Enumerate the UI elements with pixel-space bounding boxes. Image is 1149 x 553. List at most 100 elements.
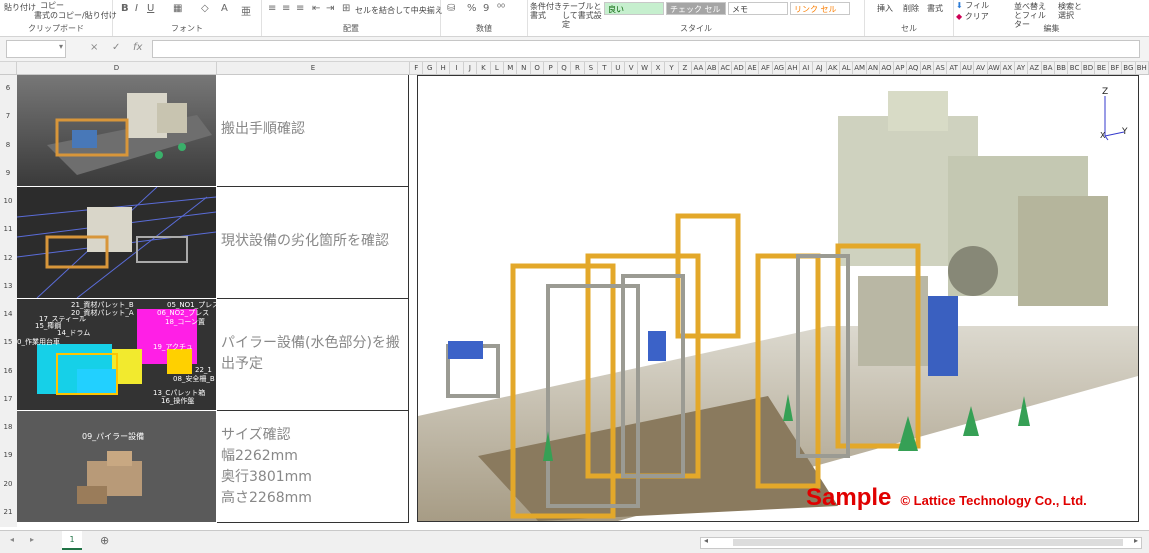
column-header-bg[interactable]: BG — [1122, 62, 1136, 74]
sheet-tab-1[interactable]: 1 — [62, 531, 82, 550]
column-header-v[interactable]: V — [625, 62, 639, 74]
decimal-icon[interactable]: ⁰⁰ — [497, 3, 505, 14]
column-header-ae[interactable]: AE — [746, 62, 760, 74]
column-header-as[interactable]: AS — [934, 62, 948, 74]
column-header-ax[interactable]: AX — [1001, 62, 1015, 74]
phonetic-icon[interactable]: 亜 — [241, 3, 251, 18]
column-header-an[interactable]: AN — [867, 62, 881, 74]
format-painter-button[interactable]: 書式のコピー/貼り付け — [34, 10, 117, 21]
column-header-aw[interactable]: AW — [988, 62, 1002, 74]
italic-button[interactable]: I — [135, 3, 138, 14]
column-header-am[interactable]: AM — [853, 62, 867, 74]
row-header-8[interactable]: 8 — [0, 141, 16, 149]
fill-button[interactable]: ⬇ フィル — [956, 0, 989, 11]
column-header-j[interactable]: J — [464, 62, 478, 74]
column-header-at[interactable]: AT — [947, 62, 961, 74]
column-header-t[interactable]: T — [598, 62, 612, 74]
delete-button[interactable]: 削除 — [903, 3, 919, 14]
row-header-18[interactable]: 18 — [0, 423, 16, 431]
select-all-corner[interactable] — [0, 62, 17, 74]
column-header-ak[interactable]: AK — [827, 62, 840, 74]
indent-increase-icon[interactable]: ⇥ — [326, 3, 334, 14]
column-header-n[interactable]: N — [517, 62, 531, 74]
insert-function-button[interactable]: fx — [133, 42, 142, 53]
percent-button[interactable]: % — [467, 3, 477, 14]
currency-icon[interactable]: ⛁ — [447, 3, 455, 14]
column-header-az[interactable]: AZ — [1028, 62, 1042, 74]
row-header-20[interactable]: 20 — [0, 480, 16, 488]
row-header-6[interactable]: 6 — [0, 84, 16, 92]
cell-e-note-1[interactable]: 搬出手順確認 — [217, 75, 409, 187]
cell-e-note-2[interactable]: 現状設備の劣化箇所を確認 — [217, 187, 409, 299]
column-header-ac[interactable]: AC — [719, 62, 733, 74]
column-header-ba[interactable]: BA — [1042, 62, 1055, 74]
column-header-al[interactable]: AL — [840, 62, 854, 74]
cancel-button[interactable]: × — [90, 42, 98, 53]
underline-button[interactable]: U — [147, 3, 154, 14]
conditional-format-button[interactable]: 条件付き書式 — [530, 2, 566, 20]
style-cell-1[interactable]: チェック セル — [666, 2, 726, 15]
formula-input[interactable] — [152, 40, 1140, 58]
column-header-e[interactable]: E — [217, 62, 410, 74]
row-header-14[interactable]: 14 — [0, 310, 16, 318]
column-header-ag[interactable]: AG — [773, 62, 787, 74]
column-header-z[interactable]: Z — [679, 62, 693, 74]
column-header-f[interactable]: F — [410, 62, 424, 74]
column-header-y[interactable]: Y — [665, 62, 679, 74]
column-header-s[interactable]: S — [585, 62, 599, 74]
column-header-bb[interactable]: BB — [1055, 62, 1069, 74]
row-header-11[interactable]: 11 — [0, 225, 16, 233]
column-header-d[interactable]: D — [17, 62, 217, 74]
column-header-be[interactable]: BE — [1095, 62, 1109, 74]
paste-button[interactable]: 貼り付け — [4, 2, 36, 13]
column-header-h[interactable]: H — [437, 62, 451, 74]
add-sheet-button[interactable]: ⊕ — [100, 534, 109, 547]
comma-button[interactable]: 9 — [483, 3, 489, 14]
column-header-ao[interactable]: AO — [880, 62, 894, 74]
style-cell-0[interactable]: 良い — [604, 2, 664, 15]
column-header-ah[interactable]: AH — [786, 62, 800, 74]
column-header-aj[interactable]: AJ — [813, 62, 827, 74]
scroll-thumb[interactable] — [733, 539, 1123, 546]
scroll-right-icon[interactable]: ▸ — [1134, 536, 1138, 545]
style-cell-2[interactable]: メモ — [728, 2, 788, 15]
column-header-o[interactable]: O — [531, 62, 545, 74]
column-header-bd[interactable]: BD — [1082, 62, 1096, 74]
confirm-button[interactable]: ✓ — [112, 42, 120, 53]
row-header-10[interactable]: 10 — [0, 197, 16, 205]
horizontal-scrollbar[interactable]: ◂ ▸ — [700, 536, 1142, 549]
column-header-g[interactable]: G — [423, 62, 437, 74]
column-header-k[interactable]: K — [477, 62, 491, 74]
column-header-ai[interactable]: AI — [800, 62, 814, 74]
tab-scroll-left-icon[interactable]: ◂ — [10, 535, 14, 544]
column-header-p[interactable]: P — [544, 62, 558, 74]
column-header-au[interactable]: AU — [961, 62, 975, 74]
column-header-w[interactable]: W — [638, 62, 652, 74]
format-button[interactable]: 書式 — [927, 3, 943, 14]
row-header-19[interactable]: 19 — [0, 451, 16, 459]
column-header-ay[interactable]: AY — [1015, 62, 1029, 74]
row-header-15[interactable]: 15 — [0, 338, 16, 346]
column-header-aa[interactable]: AA — [692, 62, 706, 74]
column-header-av[interactable]: AV — [974, 62, 988, 74]
column-header-bc[interactable]: BC — [1068, 62, 1082, 74]
column-header-i[interactable]: I — [450, 62, 464, 74]
column-header-ap[interactable]: AP — [894, 62, 908, 74]
row-header-13[interactable]: 13 — [0, 282, 16, 290]
bold-button[interactable]: B — [121, 3, 129, 14]
border-icon[interactable]: ▦ — [173, 3, 182, 14]
row-header-17[interactable]: 17 — [0, 395, 16, 403]
merge-icon[interactable]: ⊞ — [342, 3, 350, 14]
align-left-icon[interactable]: ≡ — [268, 3, 276, 14]
column-header-r[interactable]: R — [571, 62, 585, 74]
column-header-ar[interactable]: AR — [921, 62, 935, 74]
fill-color-icon[interactable]: ◇ — [201, 3, 209, 14]
column-header-aq[interactable]: AQ — [907, 62, 921, 74]
column-header-ab[interactable]: AB — [706, 62, 720, 74]
column-header-u[interactable]: U — [612, 62, 625, 74]
scroll-left-icon[interactable]: ◂ — [704, 536, 708, 545]
indent-decrease-icon[interactable]: ⇤ — [312, 3, 320, 14]
row-header-12[interactable]: 12 — [0, 254, 16, 262]
cell-e-note-4[interactable]: サイズ確認 幅2262mm 奥行3801mm 高さ2268mm — [217, 411, 409, 523]
align-right-icon[interactable]: ≡ — [296, 3, 304, 14]
